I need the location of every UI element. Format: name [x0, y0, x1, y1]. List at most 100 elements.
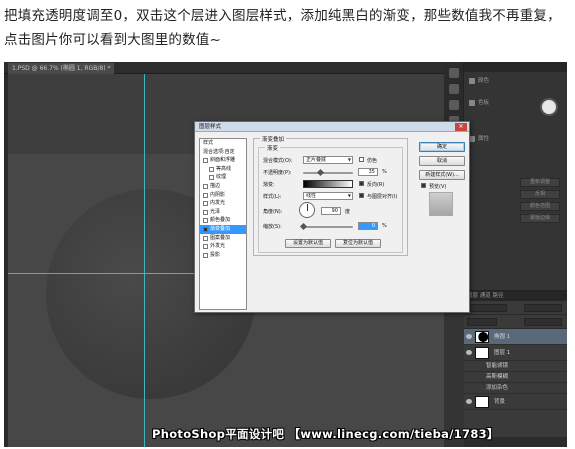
opacity-slider-knob[interactable] — [316, 168, 325, 177]
style-item-label: 投影 — [210, 251, 221, 258]
vertical-guide[interactable] — [144, 74, 145, 447]
angle-input[interactable]: 90 — [321, 207, 341, 215]
blend-mode-label: 混合模式(O): — [263, 158, 293, 164]
invert-button[interactable]: 反相 — [520, 190, 560, 199]
style-item[interactable]: 内发光 — [200, 199, 246, 208]
opacity-field[interactable] — [524, 304, 562, 312]
new-style-button[interactable]: 新建样式(W)... — [419, 170, 465, 180]
ok-button[interactable]: 确定 — [419, 142, 465, 152]
history-icon[interactable] — [449, 68, 459, 78]
photoshop-screenshot: 1.PSD @ 66.7% (椭圆 1, RGB/8) * 颜色 色板 属性 重… — [4, 62, 567, 447]
layer-style-dialog: 图层样式 ✕ 样式 混合选项:自定 斜面和浮雕 等高线纹理 描边内阴影 内发光 光泽 颜色… — [194, 121, 470, 313]
style-item[interactable]: 描边 — [200, 182, 246, 191]
layer-1[interactable]: 图层 1 — [464, 345, 567, 361]
layer-filter-select[interactable] — [467, 304, 507, 312]
mask-edge-button[interactable]: 蒙版边缘 — [520, 214, 560, 223]
style-item[interactable]: 投影 — [200, 251, 246, 260]
layers-tabs[interactable]: 图层 通道 路径 — [464, 291, 567, 301]
gradient-subgroup: 渐变 混合模式(O): 正片叠底 仿色 不透明度(P): 35 % 渐变: 反向… — [258, 144, 403, 253]
angle-label: 角度(N): — [263, 209, 283, 215]
add-noise-row[interactable]: 添加杂色 — [464, 383, 567, 394]
sub-item-label: 添加杂色 — [486, 385, 509, 391]
scale-label: 缩放(S): — [263, 224, 282, 230]
style-preview-swatch — [429, 192, 453, 216]
opacity-slider[interactable] — [303, 172, 353, 174]
layer-name: 椭圆 1 — [494, 334, 511, 340]
dialog-title-bar[interactable]: 图层样式 ✕ — [195, 122, 469, 132]
style-select[interactable]: 线性 — [303, 192, 353, 200]
layer-thumbnail — [475, 331, 489, 343]
style-checkbox[interactable] — [209, 175, 214, 181]
align-checkbox[interactable] — [359, 193, 364, 198]
layer-name: 图层 1 — [494, 350, 511, 356]
style-checkbox[interactable] — [203, 252, 208, 258]
preview-checkbox[interactable] — [421, 183, 426, 188]
style-checkbox[interactable] — [203, 218, 208, 224]
opacity-percent: % — [382, 169, 387, 175]
style-checkbox[interactable] — [203, 158, 208, 164]
style-checkbox[interactable] — [203, 209, 208, 215]
style-item[interactable]: 图案叠加 — [200, 234, 246, 243]
blend-options-item[interactable]: 混合选项:自定 — [200, 148, 246, 157]
style-item[interactable]: 外发光 — [200, 242, 246, 251]
style-checkbox[interactable] — [203, 201, 208, 207]
scale-input[interactable]: 0 — [358, 222, 378, 230]
reset-default-button[interactable]: 复位为默认值 — [335, 239, 381, 248]
layer-name: 背景 — [494, 399, 506, 405]
gaussian-blur-row[interactable]: 高斯模糊 — [464, 372, 567, 383]
eye-icon[interactable] — [466, 399, 472, 404]
styles-header[interactable]: 样式 — [200, 139, 246, 148]
reverse-label: 反向(R) — [367, 182, 385, 188]
blend-mode-select[interactable]: 正片叠底 — [303, 156, 353, 164]
gradient-swatch[interactable] — [303, 180, 353, 188]
style-item[interactable]: 等高线 — [200, 165, 246, 174]
style-item[interactable]: 渐变叠加 — [200, 224, 246, 234]
angle-dial[interactable] — [299, 202, 315, 218]
make-default-button[interactable]: 设置为默认值 — [285, 239, 331, 248]
actions-icon[interactable] — [449, 84, 459, 94]
style-checkbox[interactable] — [203, 235, 208, 241]
layer-background[interactable]: 背景 — [464, 394, 567, 410]
style-checkbox[interactable] — [203, 192, 208, 198]
style-item[interactable]: 斜面和浮雕 — [200, 156, 246, 165]
style-item-label: 斜面和浮雕 — [210, 157, 236, 164]
lock-row[interactable] — [467, 318, 497, 326]
group-title: 渐变叠加 — [260, 135, 287, 143]
color-range-button[interactable]: 颜色范围 — [520, 202, 560, 211]
style-item-label: 纹理 — [216, 174, 227, 181]
style-item[interactable]: 颜色叠加 — [200, 216, 246, 225]
degree-unit: 度 — [345, 209, 351, 215]
style-checkbox[interactable] — [203, 226, 208, 232]
style-checkbox[interactable] — [203, 244, 208, 250]
fill-field[interactable] — [524, 318, 562, 326]
style-item[interactable]: 内阴影 — [200, 191, 246, 200]
close-icon[interactable]: ✕ — [455, 123, 467, 131]
style-item[interactable]: 纹理 — [200, 173, 246, 182]
sub-item-label: 智能滤镜 — [486, 363, 509, 369]
refine-button[interactable]: 重新调整 — [520, 178, 560, 187]
align-label: 与图层对齐(I) — [367, 194, 398, 200]
opacity-label: 不透明度(P): — [263, 170, 292, 176]
style-item-label: 颜色叠加 — [210, 217, 231, 224]
style-checkbox[interactable] — [203, 183, 208, 189]
scale-percent: % — [382, 223, 387, 229]
reverse-checkbox[interactable] — [359, 181, 364, 186]
cancel-button[interactable]: 取消 — [419, 156, 465, 166]
scale-slider[interactable] — [303, 226, 353, 228]
layer-ellipse[interactable]: 椭圆 1 — [464, 329, 567, 345]
document-tab[interactable]: 1.PSD @ 66.7% (椭圆 1, RGB/8) * — [8, 63, 115, 74]
style-checkbox[interactable] — [209, 166, 214, 172]
panel-row-properties[interactable]: 属性 — [466, 132, 565, 146]
smart-filters-row[interactable]: 智能滤镜 — [464, 361, 567, 372]
scale-slider-knob[interactable] — [299, 222, 307, 231]
style-item-label: 描边 — [210, 182, 221, 189]
dither-checkbox[interactable] — [359, 157, 364, 162]
style-item-label: 等高线 — [216, 165, 232, 172]
style-item[interactable]: 光泽 — [200, 208, 246, 217]
panel-row-color[interactable]: 颜色 — [466, 74, 565, 88]
brush-icon[interactable] — [449, 100, 459, 110]
eye-icon[interactable] — [466, 334, 472, 339]
opacity-input[interactable]: 35 — [358, 168, 378, 176]
eye-icon[interactable] — [466, 350, 472, 355]
panel-header-top — [464, 62, 567, 72]
